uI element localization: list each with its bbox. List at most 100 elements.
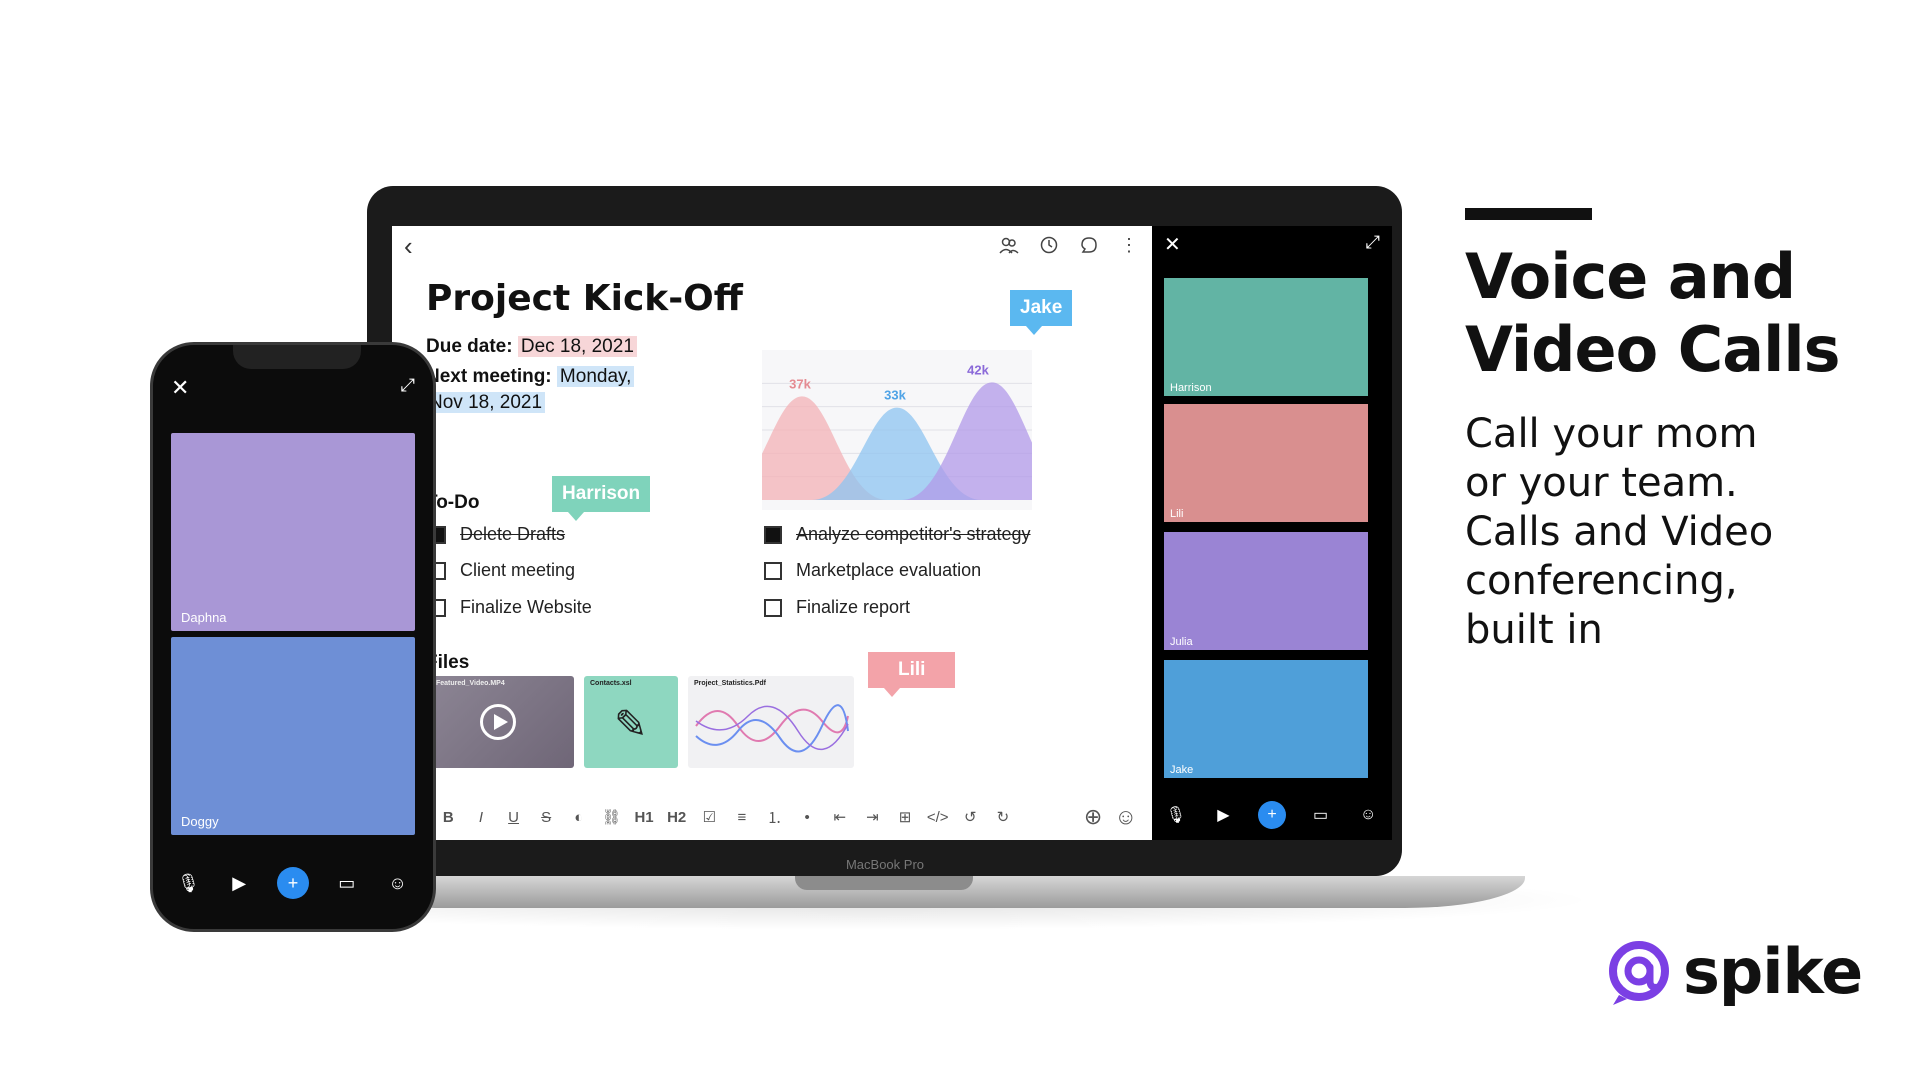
numbered-list-icon[interactable]: ⒈: [758, 807, 791, 828]
due-date-value: Dec 18, 2021: [517, 336, 637, 357]
align-icon[interactable]: ≡: [726, 809, 759, 826]
headline-line: Voice and: [1465, 240, 1796, 313]
close-icon[interactable]: ✕: [171, 375, 189, 401]
add-icon[interactable]: ⊕: [1077, 804, 1110, 830]
file-card-contacts[interactable]: Contacts.xsl ✎: [584, 676, 678, 768]
todo-label: Delete Drafts: [460, 524, 566, 544]
participant-tile[interactable]: Julia: [1164, 532, 1368, 650]
emoji-icon[interactable]: ☺: [1109, 804, 1142, 830]
todo-item[interactable]: Marketplace evaluation: [764, 560, 981, 581]
outdent-icon[interactable]: ⇤: [824, 808, 857, 826]
participant-video: [1164, 404, 1368, 522]
next-meeting-label: Next meeting:: [426, 366, 552, 387]
editor-top-actions: ⋮: [998, 234, 1140, 256]
microphone-icon[interactable]: 🎙: [175, 873, 201, 894]
add-participant-icon[interactable]: +: [276, 867, 309, 899]
microphone-icon[interactable]: 🎙: [1163, 805, 1189, 825]
participant-tile[interactable]: Jake: [1164, 660, 1368, 778]
italic-button[interactable]: I: [465, 809, 498, 826]
code-icon[interactable]: </>: [921, 809, 954, 826]
checklist-icon[interactable]: ☑: [693, 808, 726, 826]
due-date-row: Due date: Dec 18, 2021: [426, 336, 637, 358]
todo-item[interactable]: Client meeting: [428, 560, 575, 581]
spike-wordmark: spike: [1683, 935, 1863, 1008]
expand-icon[interactable]: ⤢: [1366, 232, 1380, 253]
todo-label: Client meeting: [460, 560, 576, 580]
link-icon[interactable]: ⛓: [595, 808, 628, 826]
chart-data-label: 42k: [967, 362, 989, 377]
tagline-line: built in: [1465, 607, 1603, 653]
todo-item[interactable]: Finalize report: [764, 597, 910, 618]
file-card-statistics[interactable]: Project_Statistics.Pdf: [688, 676, 854, 768]
tagline-line: Call your mom: [1465, 411, 1758, 457]
screen-share-icon[interactable]: ▭: [1308, 805, 1334, 825]
laptop-call-panel: ✕ ⤢ Harrison Lili Julia Jake 🎙 ▶ + ▭ ☺: [1152, 226, 1392, 840]
pencil-icon: ✎: [614, 703, 648, 747]
participant-tile[interactable]: Doggy: [171, 637, 415, 835]
expand-icon[interactable]: ⤢: [401, 375, 415, 396]
tagline: Call your mom or your team. Calls and Vi…: [1465, 410, 1905, 655]
collaborator-tag-lili: Lili: [868, 652, 956, 697]
participant-video: [1164, 660, 1368, 778]
history-icon[interactable]: [1038, 234, 1060, 256]
formatting-toolbar: B I U S ◐ ⛓ H1 H2 ☑ ≡ ⒈ • ⇤ ⇥ ⊞ </> ↺ ↻ …: [432, 804, 1142, 830]
participant-tile[interactable]: Harrison: [1164, 278, 1368, 396]
indent-icon[interactable]: ⇥: [856, 808, 889, 826]
screen-share-icon[interactable]: ▭: [334, 873, 360, 894]
todo-label: Finalize report: [796, 597, 911, 617]
laptop-notch: [795, 876, 973, 890]
participant-tile[interactable]: Lili: [1164, 404, 1368, 522]
participant-video: [1164, 532, 1368, 650]
camera-icon[interactable]: ▶: [1210, 805, 1236, 825]
heading2-button[interactable]: H2: [660, 809, 693, 826]
todo-item[interactable]: Analyze competitor's strategy: [764, 524, 1031, 545]
back-icon[interactable]: ‹: [404, 233, 413, 259]
tagline-line: conferencing,: [1465, 558, 1738, 604]
call-controls: 🎙 ▶ + ▭ ☺: [1152, 800, 1392, 830]
due-date-label: Due date:: [426, 336, 513, 357]
undo-icon[interactable]: ↺: [954, 808, 987, 826]
comment-icon[interactable]: [1078, 234, 1100, 256]
strikethrough-button[interactable]: S: [530, 809, 563, 826]
phone-notch: [233, 345, 361, 369]
document-title: Project Kick-Off: [426, 278, 743, 319]
heading1-button[interactable]: H1: [628, 809, 661, 826]
participant-tile[interactable]: Daphna: [171, 433, 415, 631]
more-icon[interactable]: ⋮: [1118, 234, 1140, 256]
participant-name: Harrison: [1170, 382, 1212, 394]
participant-name: Lili: [1170, 508, 1184, 520]
emoji-icon[interactable]: ☺: [1355, 806, 1381, 824]
todo-item[interactable]: Delete Drafts: [428, 524, 565, 545]
participant-name: Julia: [1170, 636, 1193, 648]
color-icon[interactable]: ◐: [563, 809, 596, 826]
tagline-line: or your team.: [1465, 460, 1738, 506]
file-card-video[interactable]: Featured_Video.MP4: [430, 676, 574, 768]
document-editor: ‹ ⋮ Project Kick-Off Due date: Dec 18, 2…: [392, 226, 1152, 840]
checkbox-unchecked[interactable]: [764, 598, 782, 617]
participant-name: Doggy: [181, 814, 219, 829]
collaborator-tag-harrison: Harrison: [552, 476, 651, 521]
participant-video: [1164, 278, 1368, 396]
redo-icon[interactable]: ↻: [987, 808, 1020, 826]
chart-data-label: 33k: [884, 388, 906, 403]
todo-label: Analyze competitor's strategy: [796, 524, 1031, 544]
next-meeting-value: Monday,: [556, 366, 635, 387]
play-icon[interactable]: [480, 704, 516, 740]
underline-button[interactable]: U: [497, 809, 530, 826]
close-icon[interactable]: ✕: [1164, 232, 1181, 257]
participant-name: Jake: [1170, 764, 1194, 776]
bullet-list-icon[interactable]: •: [791, 809, 824, 826]
chart-thumbnail: [695, 704, 849, 753]
checkbox-unchecked[interactable]: [764, 561, 782, 580]
participants-icon[interactable]: [998, 234, 1020, 256]
bold-button[interactable]: B: [432, 809, 465, 826]
camera-icon[interactable]: ▶: [226, 873, 252, 894]
emoji-icon[interactable]: ☺: [385, 873, 411, 894]
participant-name: Daphna: [181, 610, 227, 625]
table-icon[interactable]: ⊞: [889, 808, 922, 826]
todo-item[interactable]: Finalize Website: [428, 597, 592, 618]
checkbox-checked[interactable]: [764, 525, 782, 544]
next-meeting-row-2: Nov 18, 2021: [426, 392, 546, 414]
add-participant-icon[interactable]: +: [1257, 801, 1286, 829]
next-meeting-row: Next meeting: Monday,: [426, 366, 635, 388]
